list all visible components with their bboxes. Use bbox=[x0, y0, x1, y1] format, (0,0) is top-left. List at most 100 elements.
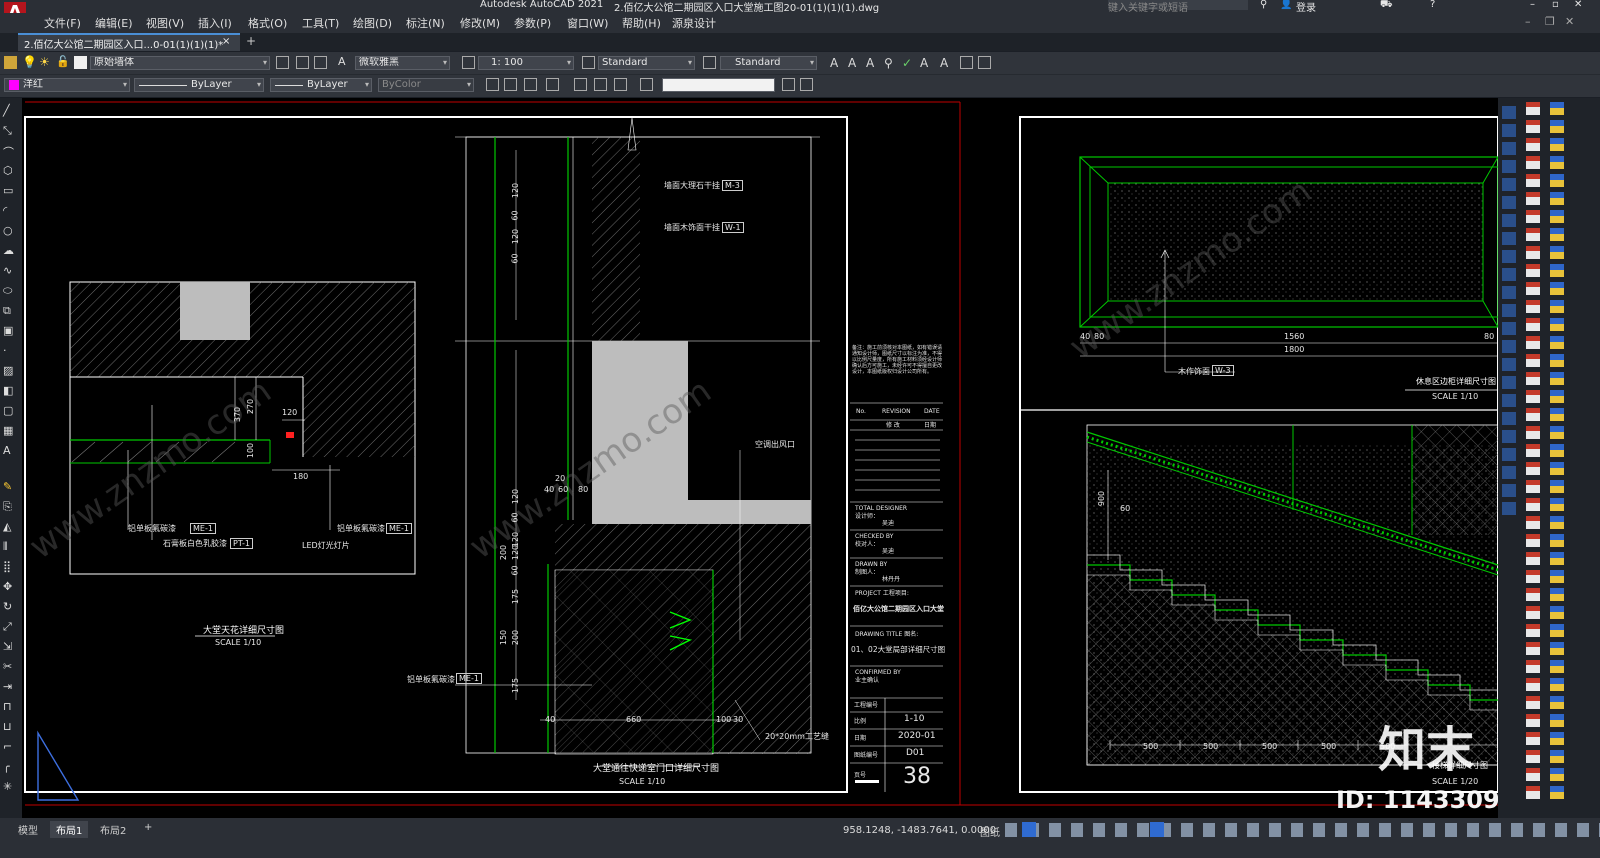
view-icon-4[interactable] bbox=[546, 78, 559, 91]
layer-state-icon[interactable] bbox=[314, 56, 327, 69]
point-tool-icon[interactable]: · bbox=[3, 344, 16, 357]
text-style-icon[interactable]: A bbox=[338, 56, 351, 69]
text-justify-icon[interactable]: A bbox=[940, 56, 953, 70]
tab-model[interactable]: 模型 bbox=[12, 821, 44, 838]
text-edit-icon[interactable]: A bbox=[866, 56, 879, 70]
menu-file[interactable]: 文件(F) bbox=[44, 15, 81, 31]
menu-dimension[interactable]: 标注(N) bbox=[406, 15, 445, 31]
chamfer-tool-icon[interactable]: ⌐ bbox=[3, 740, 16, 753]
yuanquan-toolbar-icons-2[interactable] bbox=[1550, 102, 1564, 802]
menu-edit[interactable]: 编辑(E) bbox=[95, 15, 133, 31]
plotstyle-dropdown[interactable]: ByColor ▾ bbox=[378, 78, 474, 92]
new-tab-button[interactable]: + bbox=[246, 34, 256, 48]
move-tool-icon[interactable]: ✥ bbox=[3, 580, 16, 593]
find-text-icon[interactable]: ⚲ bbox=[884, 56, 897, 70]
file-tab[interactable]: 2.佰亿大公馆二期园区入口...0-01(1)(1)(1)* × bbox=[18, 33, 240, 51]
annotation-scale-icon[interactable] bbox=[462, 56, 475, 69]
view-icon-2[interactable] bbox=[504, 78, 517, 91]
menu-modify[interactable]: 修改(M) bbox=[460, 15, 500, 31]
search-input[interactable]: 键入关键字或短语 bbox=[1108, 0, 1248, 14]
layer-previous-icon[interactable] bbox=[296, 56, 309, 69]
menu-draw[interactable]: 绘图(D) bbox=[353, 15, 392, 31]
yuanquan-toolbar-icons-1[interactable] bbox=[1526, 102, 1540, 802]
scale-dropdown[interactable]: 1: 100 ▾ bbox=[478, 56, 574, 70]
stretch-tool-icon[interactable]: ⇲ bbox=[3, 640, 16, 653]
close-icon[interactable]: ✕ bbox=[1574, 0, 1582, 10]
view-icon-1[interactable] bbox=[486, 78, 499, 91]
lock-icon[interactable]: 🔓 bbox=[56, 56, 70, 69]
doc-minimize-icon[interactable]: – bbox=[1525, 15, 1531, 28]
search-icon[interactable]: ⚲ bbox=[1260, 0, 1267, 10]
text-frame-icon[interactable] bbox=[960, 56, 973, 69]
join-tool-icon[interactable]: ⊔ bbox=[3, 720, 16, 733]
doc-restore-icon[interactable]: ❐ bbox=[1545, 15, 1555, 28]
region-tool-icon[interactable]: ▢ bbox=[3, 404, 16, 417]
text-scale-icon[interactable]: A bbox=[920, 56, 933, 70]
circle-tool-icon[interactable]: ○ bbox=[3, 224, 16, 237]
copy-tool-icon[interactable]: ⎘ bbox=[3, 500, 16, 513]
layer-properties-icon[interactable] bbox=[4, 56, 17, 69]
color-dropdown[interactable]: 洋红 ▾ bbox=[4, 78, 130, 92]
fillet-tool-icon[interactable]: ╭ bbox=[3, 760, 16, 773]
spellcheck-icon[interactable]: ✓ bbox=[902, 56, 915, 70]
polyline-tool-icon[interactable]: ⌒ bbox=[3, 144, 16, 159]
text-a1-icon[interactable]: A bbox=[830, 56, 843, 70]
osnap-toggle-active[interactable] bbox=[1150, 822, 1164, 837]
text-tool-icon[interactable]: A bbox=[3, 444, 16, 457]
make-current-icon[interactable] bbox=[276, 56, 289, 69]
layout-icon-2[interactable] bbox=[594, 78, 607, 91]
status-toggle-icons[interactable] bbox=[1005, 823, 1600, 837]
grid-icon-1[interactable] bbox=[782, 78, 795, 91]
layout-icon-3[interactable] bbox=[614, 78, 627, 91]
drawing-canvas[interactable]: www.znzmo.com www.znzmo.com www.znzmo.co… bbox=[0, 98, 1600, 818]
user-icon[interactable]: 👤 bbox=[1280, 0, 1292, 10]
table-style-icon[interactable] bbox=[582, 56, 595, 69]
bulb-icon[interactable]: 💡 bbox=[22, 56, 37, 69]
menu-yuanquan[interactable]: 源泉设计 bbox=[672, 15, 716, 31]
menu-format[interactable]: 格式(O) bbox=[248, 15, 287, 31]
text-style-dropdown[interactable]: Standard ▾ bbox=[598, 56, 695, 70]
table-tool-icon[interactable]: ▦ bbox=[3, 424, 16, 437]
layer-dropdown[interactable]: 原始墙体 ▾ bbox=[90, 56, 270, 70]
ellipse-tool-icon[interactable]: ⬭ bbox=[3, 284, 16, 297]
extend-tool-icon[interactable]: ⇥ bbox=[3, 680, 16, 693]
line-tool-icon[interactable]: ╱ bbox=[3, 104, 16, 117]
add-layout-button[interactable]: + bbox=[138, 821, 158, 834]
font-dropdown[interactable]: 微软雅黑 ▾ bbox=[355, 56, 450, 70]
erase-tool-icon[interactable]: ✎ bbox=[3, 480, 16, 493]
cloud-tool-icon[interactable]: ☁ bbox=[3, 244, 16, 257]
command-input[interactable] bbox=[662, 78, 775, 92]
text-a2-icon[interactable]: A bbox=[848, 56, 861, 70]
linetype-dropdown[interactable]: ByLayer ▾ bbox=[134, 78, 264, 92]
dimension-toolbar-icons[interactable] bbox=[1502, 106, 1516, 516]
trim-tool-icon[interactable]: ✂ bbox=[3, 660, 16, 673]
spline-tool-icon[interactable]: ∿ bbox=[3, 264, 16, 277]
file-tab-close-icon[interactable]: × bbox=[222, 36, 230, 47]
lineweight-dropdown[interactable]: ByLayer ▾ bbox=[270, 78, 372, 92]
doc-close-icon[interactable]: ✕ bbox=[1565, 15, 1574, 28]
sun-icon[interactable]: ☀ bbox=[38, 56, 51, 69]
cart-icon[interactable]: ⛟ bbox=[1380, 0, 1393, 12]
break-tool-icon[interactable]: ⊓ bbox=[3, 700, 16, 713]
insert-block-icon[interactable]: ⧉ bbox=[3, 304, 16, 317]
hatch-tool-icon[interactable]: ▨ bbox=[3, 364, 16, 377]
offset-tool-icon[interactable]: ⫴ bbox=[3, 540, 16, 553]
tab-layout1[interactable]: 布局1 bbox=[50, 821, 89, 838]
tab-layout2[interactable]: 布局2 bbox=[94, 821, 132, 838]
layout-icon-1[interactable] bbox=[574, 78, 587, 91]
help-icon[interactable]: ? bbox=[1430, 0, 1435, 10]
menu-tools[interactable]: 工具(T) bbox=[302, 15, 339, 31]
dim-style-icon[interactable] bbox=[703, 56, 716, 69]
explode-tool-icon[interactable]: ✳ bbox=[3, 780, 16, 793]
xline-tool-icon[interactable]: ⤡ bbox=[3, 124, 16, 137]
gradient-tool-icon[interactable]: ◧ bbox=[3, 384, 16, 397]
ortho-toggle-active[interactable] bbox=[1022, 822, 1036, 837]
login-link[interactable]: 登录 bbox=[1296, 0, 1316, 14]
arc-tool-icon[interactable]: ◜ bbox=[3, 204, 16, 217]
polygon-tool-icon[interactable]: ⬡ bbox=[3, 164, 16, 177]
scale-tool-icon[interactable]: ⤢ bbox=[3, 620, 16, 633]
mirror-tool-icon[interactable]: ◭ bbox=[3, 520, 16, 533]
menu-view[interactable]: 视图(V) bbox=[146, 15, 184, 31]
minimize-icon[interactable]: – bbox=[1530, 0, 1535, 10]
menu-help[interactable]: 帮助(H) bbox=[622, 15, 661, 31]
